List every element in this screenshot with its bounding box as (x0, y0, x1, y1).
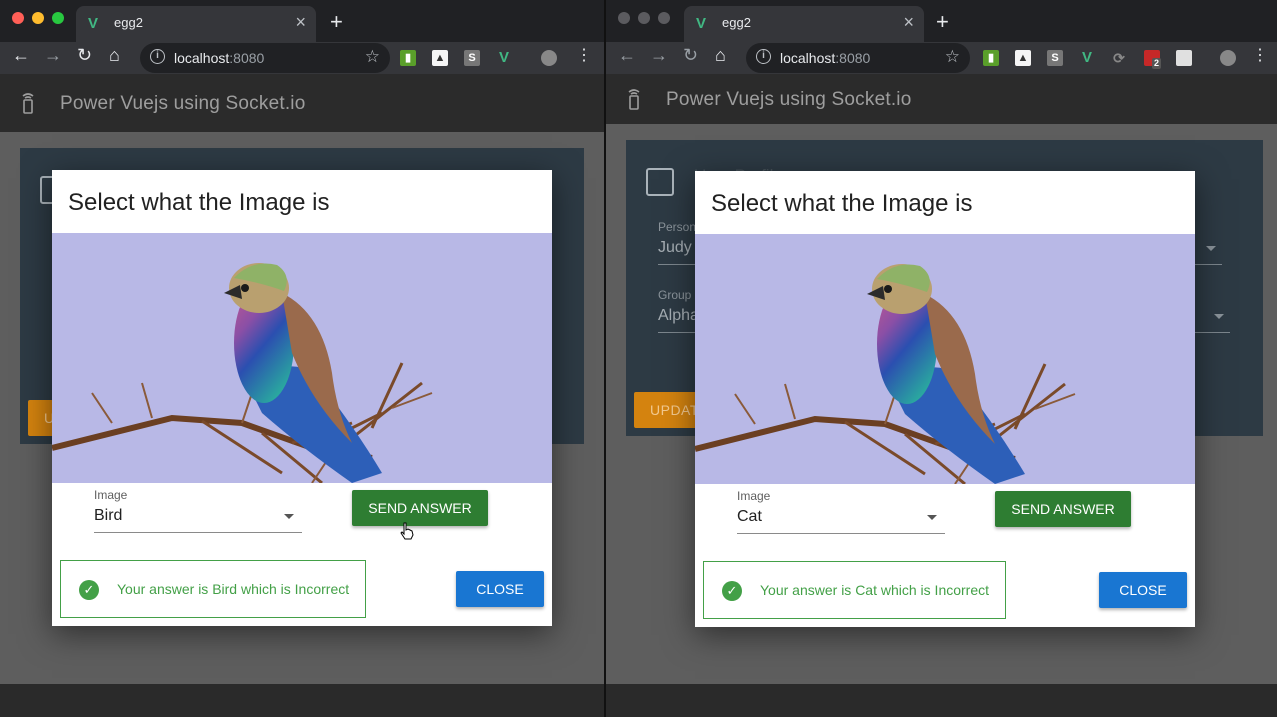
alert-text: Your answer is Bird which is Incorrect (117, 581, 350, 597)
extension-s-icon[interactable]: S (1047, 50, 1063, 66)
tab-title: egg2 (114, 15, 143, 30)
person-field-value[interactable]: Judy (658, 239, 692, 257)
close-button[interactable]: CLOSE (1099, 572, 1187, 608)
image-select-label: Image (737, 489, 771, 503)
image-question-dialog: Select what the Image is (52, 170, 552, 626)
browser-toolbar: ← → ↻ ⌂ i localhost:8080 ☆ ▮ ▲ S V ⋮ (0, 42, 604, 74)
extension-s-icon[interactable]: S (464, 50, 480, 66)
close-window-button[interactable] (12, 12, 24, 24)
extension-prism-icon[interactable]: ▲ (1015, 50, 1031, 66)
maximize-window-button[interactable] (52, 12, 64, 24)
person-field-label: Person (658, 220, 697, 234)
extension-chart-icon[interactable]: ▮ (983, 50, 999, 66)
account-box-icon (646, 168, 674, 196)
dialog-title: Select what the Image is (68, 189, 330, 216)
url-text: localhost:8080 (780, 50, 871, 66)
back-arrow-icon[interactable]: ← (12, 45, 30, 66)
home-icon[interactable]: ⌂ (715, 45, 726, 66)
star-icon[interactable]: ☆ (365, 47, 380, 67)
bottom-bar (0, 684, 604, 717)
tab-egg2[interactable]: V egg2 × (76, 6, 316, 42)
app-toolbar: Power Vuejs using Socket.io (0, 74, 604, 132)
extension-prism-icon[interactable]: ▲ (432, 50, 448, 66)
address-bar[interactable]: i localhost:8080 ☆ (746, 43, 970, 73)
new-tab-plus-icon[interactable]: + (330, 9, 343, 35)
settings-remote-icon (22, 93, 34, 114)
dropdown-arrow-icon[interactable] (1214, 314, 1224, 319)
forward-arrow-icon[interactable]: → (650, 45, 668, 66)
extension-badge-count: 2 (1152, 58, 1162, 69)
tab-strip: V egg2 × + (606, 0, 1277, 42)
star-icon[interactable]: ☆ (945, 47, 960, 67)
extension-doc-icon[interactable] (1176, 50, 1192, 66)
kebab-menu-icon[interactable]: ⋮ (576, 45, 592, 65)
tab-egg2[interactable]: V egg2 × (684, 6, 924, 42)
dialog-title: Select what the Image is (711, 190, 973, 217)
group-field-label: Group (658, 288, 692, 302)
profile-avatar[interactable] (1220, 50, 1236, 66)
info-icon[interactable]: i (756, 49, 771, 64)
image-select-value[interactable]: Cat (737, 508, 762, 526)
back-arrow-icon[interactable]: ← (618, 45, 636, 66)
image-select-label: Image (94, 488, 128, 502)
tab-strip: V egg2 × + (0, 0, 604, 42)
minimize-window-button[interactable] (32, 12, 44, 24)
profile-avatar[interactable] (541, 50, 557, 66)
address-bar[interactable]: i localhost:8080 ☆ (140, 43, 390, 73)
alert-text: Your answer is Cat which is Incorrect (760, 582, 990, 598)
app-title: Power Vuejs using Socket.io (666, 89, 912, 110)
url-text: localhost:8080 (174, 50, 265, 66)
send-answer-button[interactable]: SEND ANSWER (352, 490, 488, 526)
info-icon[interactable]: i (150, 49, 165, 64)
tab-title: egg2 (722, 15, 751, 30)
minimize-window-button[interactable] (638, 12, 650, 24)
extension-vue-icon[interactable]: V (1079, 50, 1095, 66)
bird-photo (52, 233, 552, 483)
extension-chart-icon[interactable]: ▮ (400, 50, 416, 66)
dropdown-arrow-icon[interactable] (1206, 246, 1216, 251)
reload-icon[interactable]: ↻ (77, 45, 92, 66)
reload-icon[interactable]: ↻ (683, 45, 698, 66)
extension-sync-icon[interactable]: ⟳ (1111, 50, 1127, 66)
extension-badge-icon[interactable]: 2 (1144, 50, 1162, 69)
bottom-bar (606, 684, 1277, 717)
window-controls (618, 12, 670, 24)
browser-window-right: V egg2 × + ← → ↻ ⌂ i localhost:8080 ☆ ▮ … (606, 0, 1277, 717)
close-icon[interactable]: × (903, 12, 914, 33)
browser-toolbar: ← → ↻ ⌂ i localhost:8080 ☆ ▮ ▲ S V ⟳ 2 ⋮ (606, 42, 1277, 74)
new-tab-plus-icon[interactable]: + (936, 9, 949, 35)
browser-window-left: V egg2 × + ← → ↻ ⌂ i localhost:8080 ☆ ▮ … (0, 0, 604, 717)
window-controls (12, 12, 64, 24)
dropdown-arrow-icon[interactable] (927, 515, 937, 520)
group-field-value[interactable]: Alpha (658, 307, 699, 325)
forward-arrow-icon[interactable]: → (44, 45, 62, 66)
app-title: Power Vuejs using Socket.io (60, 93, 306, 114)
answer-result-alert: ✓ Your answer is Bird which is Incorrect (60, 560, 366, 618)
vue-favicon-icon: V (88, 15, 99, 32)
image-select-value[interactable]: Bird (94, 507, 122, 525)
close-window-button[interactable] (618, 12, 630, 24)
close-button[interactable]: CLOSE (456, 571, 544, 607)
dropdown-arrow-icon[interactable] (284, 514, 294, 519)
app-toolbar: Power Vuejs using Socket.io (606, 74, 1277, 124)
check-circle-icon: ✓ (79, 580, 99, 600)
select-underline (94, 532, 302, 533)
vue-favicon-icon: V (696, 15, 707, 32)
extension-vue-icon[interactable]: V (496, 50, 512, 66)
settings-remote-icon (628, 89, 640, 110)
home-icon[interactable]: ⌂ (109, 45, 120, 66)
maximize-window-button[interactable] (658, 12, 670, 24)
bird-photo (695, 234, 1195, 484)
close-icon[interactable]: × (295, 12, 306, 33)
image-question-dialog: Select what the Image is (695, 171, 1195, 627)
send-answer-button[interactable]: SEND ANSWER (995, 491, 1131, 527)
answer-result-alert: ✓ Your answer is Cat which is Incorrect (703, 561, 1006, 619)
kebab-menu-icon[interactable]: ⋮ (1252, 45, 1268, 65)
select-underline (737, 533, 945, 534)
check-circle-icon: ✓ (722, 581, 742, 601)
hand-cursor-icon (400, 522, 414, 540)
